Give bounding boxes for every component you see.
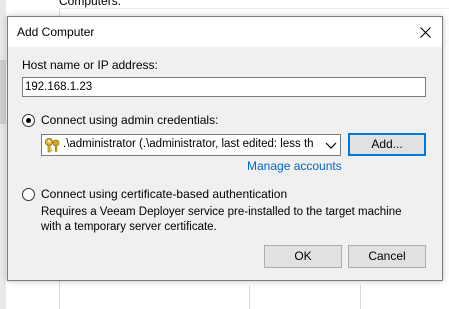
background-row-line [59,8,449,9]
background-computers-label: Computers: [59,0,122,8]
background-column-divider [249,285,250,309]
certificate-auth-description-line1: Requires a Veeam Deployer service pre-in… [41,206,402,218]
certificate-auth-radio[interactable] [22,188,35,201]
credentials-dropdown[interactable]: .\administrator (.\administrator, last e… [41,134,341,156]
dialog-titlebar: Add Computer [8,17,442,47]
ok-button[interactable]: OK [264,245,342,268]
manage-accounts-link[interactable]: Manage accounts [247,159,342,173]
admin-credentials-radio[interactable] [22,114,35,127]
close-icon [419,26,431,38]
background-sidebar-block [0,60,6,124]
dialog-title: Add Computer [17,25,95,39]
background-column-divider [360,285,361,309]
close-button[interactable] [408,17,442,47]
admin-credentials-label[interactable]: Connect using admin credentials: [41,113,218,127]
background-left-strip [0,0,6,309]
credentials-value: .\administrator (.\administrator, last e… [63,138,314,150]
cancel-button[interactable]: Cancel [348,245,426,268]
certificate-auth-description-line2: with a temporary server certificate. [41,221,217,233]
host-input[interactable]: 192.168.1.23 [22,77,426,97]
key-icon [45,138,60,153]
add-computer-dialog: Add Computer Host name or IP address: 19… [7,16,443,281]
host-label: Host name or IP address: [22,58,158,72]
certificate-auth-label[interactable]: Connect using certificate-based authenti… [41,187,287,201]
add-credentials-button[interactable]: Add... [348,133,426,156]
chevron-down-icon [325,142,337,149]
